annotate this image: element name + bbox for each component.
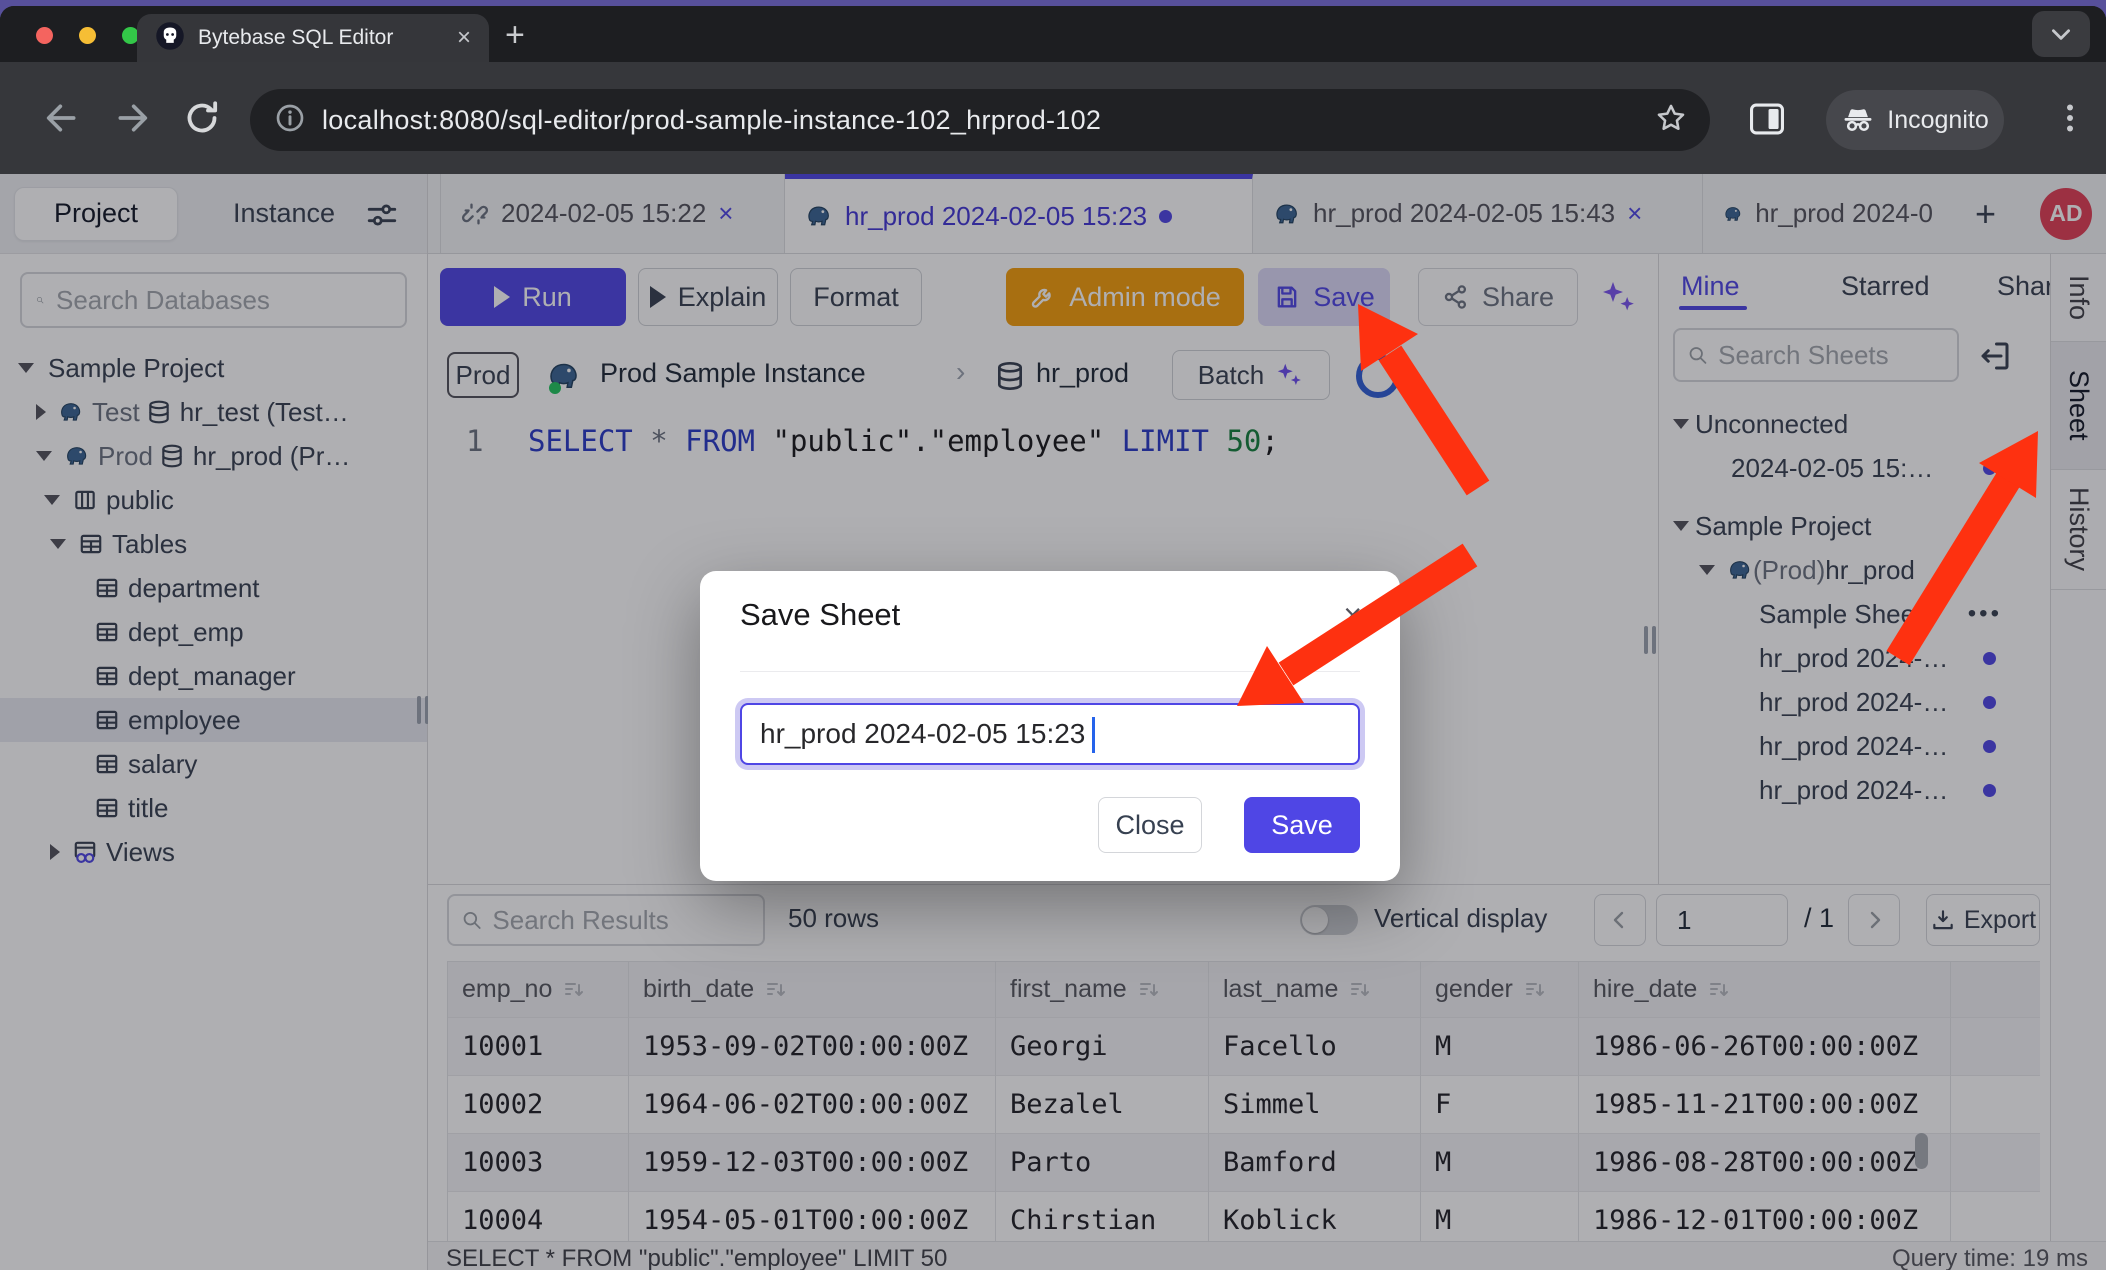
side-panel-icon (1748, 102, 1786, 136)
browser-menu-button[interactable] (2052, 98, 2088, 143)
browser-window: Bytebase SQL Editor × + loc (0, 6, 2106, 1270)
incognito-label: Incognito (1887, 106, 1988, 135)
bytebase-favicon-icon (155, 21, 185, 56)
sheet-name-input[interactable] (740, 703, 1360, 765)
chevron-down-icon (2048, 21, 2074, 47)
incognito-badge: Incognito (1826, 90, 2004, 150)
browser-tab-title: Bytebase SQL Editor (198, 26, 444, 50)
browser-tab[interactable]: Bytebase SQL Editor × (137, 14, 489, 62)
reload-button[interactable] (182, 98, 222, 138)
url-text[interactable]: localhost:8080/sql-editor/prod-sample-in… (322, 105, 1638, 136)
browser-toolbar: localhost:8080/sql-editor/prod-sample-in… (0, 62, 2106, 174)
tab-search-button[interactable] (2032, 11, 2090, 57)
three-dots-icon (2052, 98, 2088, 138)
window-controls (36, 27, 139, 44)
window-minimize-button[interactable] (79, 27, 96, 44)
browser-tab-strip: Bytebase SQL Editor × + (0, 6, 2106, 62)
back-button[interactable] (42, 98, 82, 138)
dialog-save-button[interactable]: Save (1244, 797, 1360, 853)
bookmark-star-icon[interactable] (1654, 101, 1688, 140)
reload-icon (182, 98, 222, 138)
dialog-close-icon[interactable]: × (1343, 597, 1362, 634)
side-panel-button[interactable] (1748, 102, 1788, 142)
site-info-icon[interactable] (274, 102, 306, 139)
browser-tab-close-icon[interactable]: × (457, 24, 471, 52)
dialog-close-button[interactable]: Close (1098, 797, 1202, 853)
url-bar[interactable]: localhost:8080/sql-editor/prod-sample-in… (250, 89, 1710, 151)
dialog-divider (740, 671, 1360, 672)
text-cursor (1092, 717, 1095, 753)
dialog-title: Save Sheet (740, 597, 900, 633)
forward-button[interactable] (112, 98, 152, 138)
incognito-icon (1841, 103, 1875, 137)
browser-new-tab-button[interactable]: + (505, 16, 525, 55)
forward-arrow-icon (112, 98, 152, 138)
back-arrow-icon (42, 98, 82, 138)
save-sheet-dialog: Save Sheet × Close Save (700, 571, 1400, 881)
screenshot-stage: Bytebase SQL Editor × + loc (0, 0, 2106, 1270)
window-close-button[interactable] (36, 27, 53, 44)
